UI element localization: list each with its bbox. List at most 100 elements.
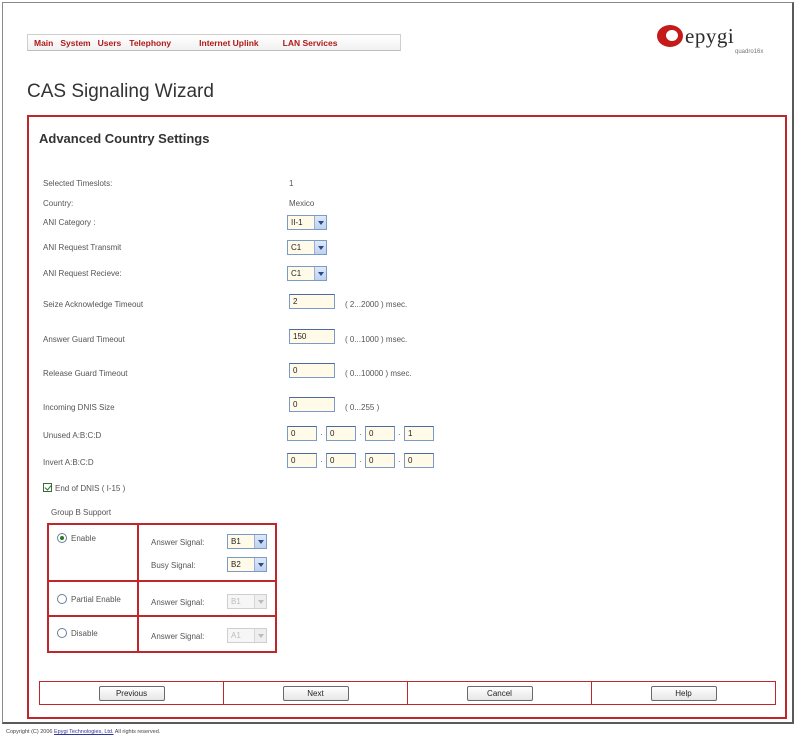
nav-cell: Cancel bbox=[408, 682, 592, 704]
invert-c-input[interactable]: 0 bbox=[365, 453, 395, 468]
enable-radio[interactable] bbox=[57, 533, 67, 543]
disable-radio[interactable] bbox=[57, 628, 67, 638]
ani-request-transmit-label: ANI Request Transmit bbox=[43, 243, 122, 252]
menu-item-system[interactable]: System bbox=[60, 38, 90, 48]
enable-label: Enable bbox=[71, 534, 96, 543]
release-guard-timeout-range: ( 0...10000 ) msec. bbox=[345, 369, 412, 378]
separator-dot: · bbox=[398, 430, 401, 439]
incoming-dnis-size-input[interactable]: 0 bbox=[289, 397, 335, 412]
ani-request-recieve-select[interactable]: C1 bbox=[287, 266, 327, 281]
ani-request-recieve-label: ANI Request Recieve: bbox=[43, 269, 122, 278]
nav-cell: Help bbox=[592, 682, 775, 704]
chevron-down-icon bbox=[254, 558, 266, 571]
unused-b-input[interactable]: 0 bbox=[326, 426, 356, 441]
menu-item-internet-uplink[interactable]: Internet Uplink bbox=[199, 38, 259, 48]
answer-guard-timeout-input[interactable]: 150 bbox=[289, 329, 335, 344]
seize-ack-timeout-range: ( 2...2000 ) msec. bbox=[345, 300, 408, 309]
selected-timeslots-value: 1 bbox=[289, 179, 294, 188]
invert-a-input[interactable]: 0 bbox=[287, 453, 317, 468]
separator-dot: · bbox=[359, 457, 362, 466]
previous-button[interactable]: Previous bbox=[98, 685, 165, 701]
ani-request-transmit-select[interactable]: C1 bbox=[287, 240, 327, 255]
busy-signal-value: B2 bbox=[231, 560, 241, 569]
ani-request-recieve-value: C1 bbox=[291, 269, 302, 278]
unused-d-input[interactable]: 1 bbox=[404, 426, 434, 441]
end-of-dnis-checkbox[interactable] bbox=[43, 483, 52, 492]
page-title: CAS Signaling Wizard bbox=[27, 81, 214, 102]
country-label: Country: bbox=[43, 199, 74, 208]
end-of-dnis-label: End of DNIS ( I-15 ) bbox=[55, 484, 126, 493]
invert-b-input[interactable]: 0 bbox=[326, 453, 356, 468]
separator-dot: · bbox=[320, 430, 323, 439]
selected-timeslots-label: Selected Timeslots: bbox=[43, 179, 113, 188]
disable-answer-signal-value: A1 bbox=[231, 631, 241, 640]
chevron-down-icon bbox=[254, 629, 266, 642]
menu-item-telephony[interactable]: Telephony bbox=[129, 38, 171, 48]
invert-d-input[interactable]: 0 bbox=[404, 453, 434, 468]
disable-answer-signal-label: Answer Signal: bbox=[151, 632, 205, 641]
logo-model: quadro16x bbox=[735, 49, 764, 55]
enable-answer-signal-select[interactable]: B1 bbox=[227, 534, 267, 549]
incoming-dnis-size-label: Incoming DNIS Size bbox=[43, 403, 115, 412]
chevron-down-icon bbox=[254, 595, 266, 608]
menu-item-lan-services[interactable]: LAN Services bbox=[283, 38, 338, 48]
disable-label: Disable bbox=[71, 629, 98, 638]
unused-a-input[interactable]: 0 bbox=[287, 426, 317, 441]
chevron-down-icon bbox=[314, 241, 326, 254]
unused-c-input[interactable]: 0 bbox=[365, 426, 395, 441]
seize-ack-timeout-input[interactable]: 2 bbox=[289, 294, 335, 309]
ani-category-value: II-1 bbox=[291, 218, 303, 227]
group-b-support-table: Enable Answer Signal: B1 Busy Signal: B2… bbox=[47, 523, 277, 653]
menu-item-main[interactable]: Main bbox=[34, 38, 53, 48]
release-guard-timeout-label: Release Guard Timeout bbox=[43, 369, 128, 378]
chevron-down-icon bbox=[254, 535, 266, 548]
logo-brand: epygi bbox=[685, 24, 735, 48]
busy-signal-select[interactable]: B2 bbox=[227, 557, 267, 572]
advanced-country-settings-panel: Advanced Country Settings Selected Times… bbox=[27, 115, 787, 719]
answer-guard-timeout-label: Answer Guard Timeout bbox=[43, 335, 125, 344]
window-frame: Main System Users Telephony Internet Upl… bbox=[2, 2, 794, 724]
country-value: Mexico bbox=[289, 199, 315, 208]
release-guard-timeout-input[interactable]: 0 bbox=[289, 363, 335, 378]
partial-enable-label: Partial Enable bbox=[71, 595, 121, 604]
invert-abcd-label: Invert A:B:C:D bbox=[43, 458, 94, 467]
help-button[interactable]: Help bbox=[650, 685, 717, 701]
enable-answer-signal-label: Answer Signal: bbox=[151, 538, 205, 547]
separator-dot: · bbox=[398, 457, 401, 466]
partial-answer-signal-label: Answer Signal: bbox=[151, 598, 205, 607]
group-b-partial-enable-row: Partial Enable Answer Signal: B1 bbox=[49, 584, 275, 617]
disable-answer-signal-select: A1 bbox=[227, 628, 267, 643]
partial-answer-signal-value: B1 bbox=[231, 597, 241, 606]
group-b-disable-row: Disable Answer Signal: A1 bbox=[49, 619, 275, 651]
group-b-support-label: Group B Support bbox=[51, 508, 112, 517]
top-menu: Main System Users Telephony Internet Upl… bbox=[27, 34, 401, 51]
enable-answer-signal-value: B1 bbox=[231, 537, 241, 546]
cancel-button[interactable]: Cancel bbox=[466, 685, 533, 701]
epygi-logo-icon bbox=[657, 25, 683, 47]
copyright-suffix: All rights reserved. bbox=[113, 729, 161, 735]
panel-title: Advanced Country Settings bbox=[39, 131, 210, 146]
ani-category-label: ANI Category : bbox=[43, 218, 96, 227]
partial-enable-radio[interactable] bbox=[57, 594, 67, 604]
menu-item-users[interactable]: Users bbox=[98, 38, 122, 48]
ani-category-select[interactable]: II-1 bbox=[287, 215, 327, 230]
partial-answer-signal-select: B1 bbox=[227, 594, 267, 609]
group-b-enable-row: Enable Answer Signal: B1 Busy Signal: B2 bbox=[49, 525, 275, 582]
chevron-down-icon bbox=[314, 267, 326, 280]
next-button[interactable]: Next bbox=[282, 685, 349, 701]
ani-request-transmit-value: C1 bbox=[291, 243, 302, 252]
unused-abcd-label: Unused A:B:C:D bbox=[43, 431, 102, 440]
copyright-prefix: Copyright (C) 2006 bbox=[6, 729, 54, 735]
copyright-footer: Copyright (C) 2006 Epygi Technologies, L… bbox=[6, 729, 160, 735]
answer-guard-timeout-range: ( 0...1000 ) msec. bbox=[345, 335, 408, 344]
chevron-down-icon bbox=[314, 216, 326, 229]
separator-dot: · bbox=[359, 430, 362, 439]
epygi-link[interactable]: Epygi Technologies, Ltd. bbox=[54, 729, 114, 735]
nav-cell: Next bbox=[224, 682, 408, 704]
nav-cell: Previous bbox=[40, 682, 224, 704]
incoming-dnis-size-range: ( 0...255 ) bbox=[345, 403, 380, 412]
epygi-logo: epygi quadro16x bbox=[653, 23, 773, 61]
seize-ack-timeout-label: Seize Acknowledge Timeout bbox=[43, 300, 144, 309]
busy-signal-label: Busy Signal: bbox=[151, 561, 196, 570]
separator-dot: · bbox=[320, 457, 323, 466]
